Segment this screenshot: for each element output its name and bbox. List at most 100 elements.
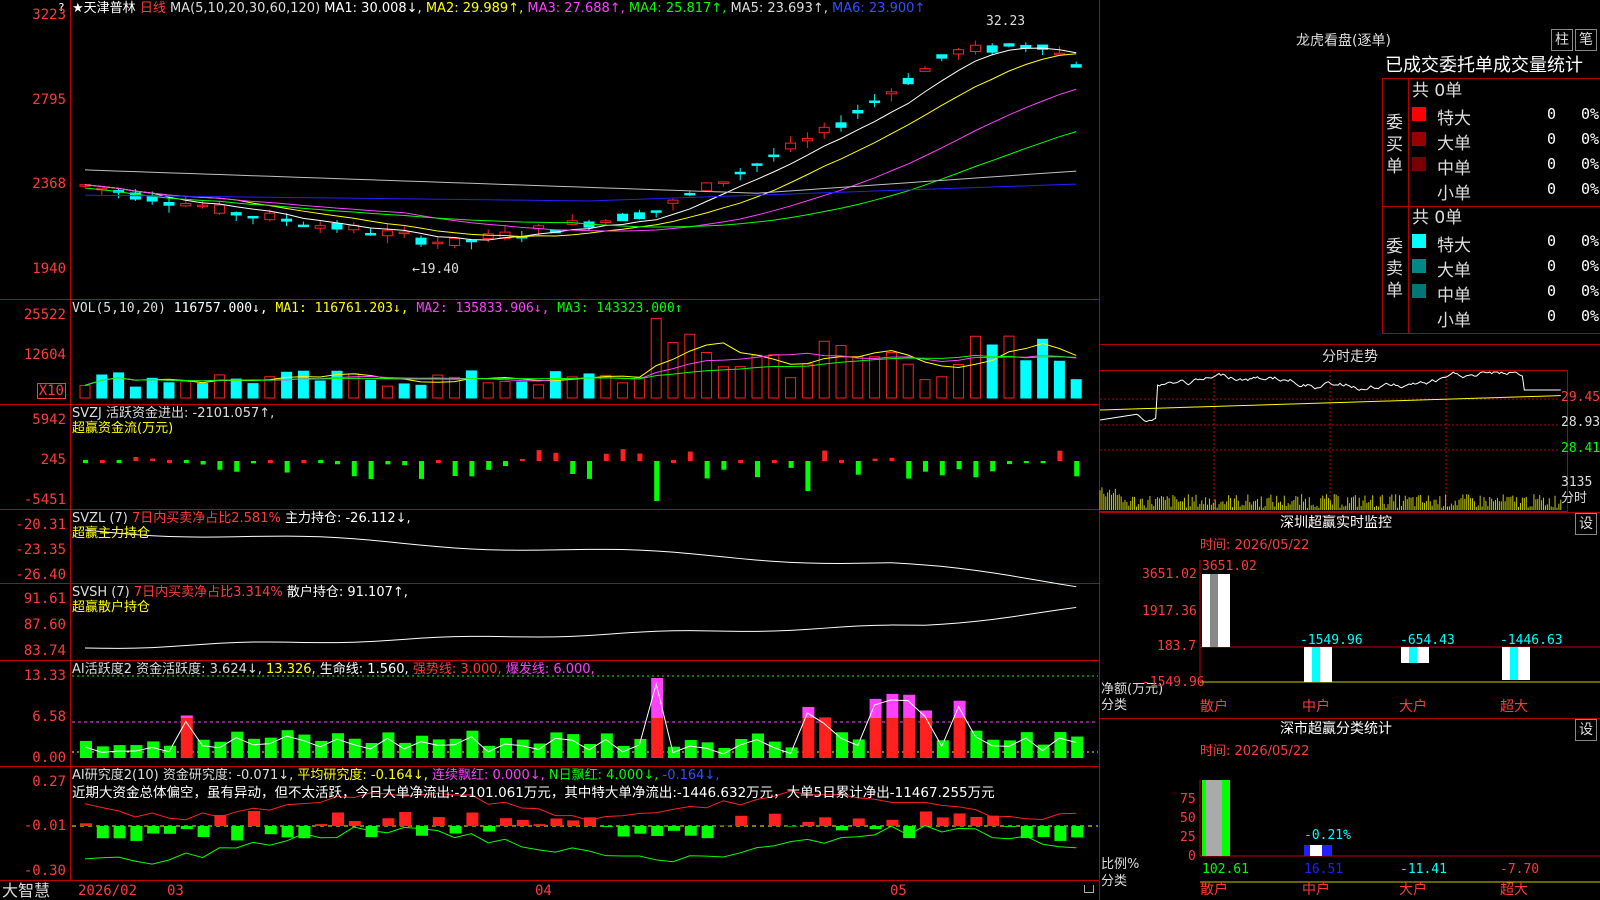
sell-orders-label: 委卖单 (1386, 237, 1403, 301)
fs-tick: 28.93 (1561, 415, 1600, 430)
flow-bar (385, 461, 391, 465)
lhb-row: 小单 0 0% (1409, 306, 1599, 331)
period-label[interactable]: 日线 (140, 1, 166, 16)
flow-bar (637, 453, 643, 461)
flow-bar (990, 461, 996, 472)
ma3-value: MA3: 27.688↑, (527, 1, 625, 16)
volume-bar (617, 382, 629, 399)
color-swatch (1412, 284, 1426, 298)
kline-chart[interactable] (0, 0, 1100, 900)
research-bar (651, 826, 664, 836)
flow-bar (570, 461, 576, 474)
lhb-row: 中单 0 0% (1409, 154, 1599, 179)
research-bar (550, 818, 563, 826)
volume-bar (465, 370, 477, 399)
mon-value: -1446.63 (1500, 633, 1563, 648)
cls-value: 102.61 (1202, 862, 1249, 877)
lhb-tab[interactable]: 已成交委托单成交量统计 (1385, 56, 1583, 76)
ai-bar (281, 730, 294, 758)
candle-body (331, 222, 343, 230)
flow-bar (183, 460, 189, 463)
ai-bar (80, 740, 92, 758)
volume-bar (482, 382, 494, 399)
volume-bar (633, 376, 645, 399)
ai2-red: 连续飘红: 0.000↓, (432, 768, 545, 783)
mon-category: 超大 (1500, 699, 1528, 715)
date-label: 05 (890, 883, 907, 899)
ai1-v2: 13.326, (266, 662, 316, 677)
research-bar (466, 812, 479, 826)
research-bar (869, 826, 882, 830)
research-bar (382, 818, 395, 826)
flow-bar (234, 461, 240, 472)
research-bar (634, 826, 647, 834)
ai-bar (164, 745, 176, 758)
cls-tick: 50 (1180, 811, 1196, 826)
color-swatch (1412, 107, 1426, 121)
research-bar (600, 826, 613, 827)
flow-bar (687, 451, 693, 461)
svzj-tick: 5942 (32, 412, 66, 428)
price-tick: 3223 (32, 7, 66, 23)
ai2-header: AI研究度2(10) 资金研究度: -0.071↓, 平均研究度: -0.164… (72, 768, 719, 783)
mon-category: 散户 (1200, 699, 1228, 715)
flow-bar (301, 460, 307, 463)
flow-bar (83, 460, 88, 463)
research-bar (701, 826, 714, 839)
order-size-label: 大单 (1437, 134, 1471, 154)
flow-bar (217, 461, 223, 470)
app-logo[interactable]: 大智慧 (2, 882, 50, 900)
cls-x-title: 分类 (1101, 874, 1128, 889)
candle-body (919, 68, 931, 72)
star-icon[interactable]: ★ (72, 1, 84, 16)
vol-ma1: MA1: 116761.203↓, (275, 301, 409, 316)
research-bar (1004, 826, 1016, 827)
fs-title: 分时走势 (1322, 349, 1378, 365)
flow-bar (1007, 461, 1012, 465)
research-bar (886, 819, 899, 826)
ai-bar (886, 718, 899, 758)
mon-time: 时间: 2026/05/22 (1200, 538, 1310, 553)
research-bar (819, 817, 832, 826)
candle-body (365, 232, 377, 236)
volume-bar (365, 379, 377, 399)
lock-icon[interactable] (1084, 885, 1094, 893)
mon-settings-button[interactable]: 设 (1575, 513, 1597, 535)
flow-bar (755, 461, 760, 478)
research-bar (1054, 826, 1067, 841)
candle-body (617, 213, 629, 222)
research-bar (248, 811, 260, 826)
cls-settings-button[interactable]: 设 (1575, 719, 1597, 741)
lhb-title: 龙虎看盘(逐单) (1296, 33, 1391, 49)
volume-bar (163, 382, 175, 399)
svsh-header: SVSH (7) 7日内买卖净占比3.314% 散户持仓: 91.107↑, (72, 585, 408, 600)
research-bar (416, 826, 428, 836)
ai1-strong: 强势线: 3.000, (412, 662, 502, 677)
volume-bar (113, 372, 125, 399)
flow-bar (906, 461, 912, 479)
volume-bar (650, 317, 662, 399)
volume-bar (79, 384, 91, 399)
mon-category: 中户 (1302, 699, 1330, 715)
volume-bar (1020, 360, 1032, 399)
tick-mode-button[interactable]: 笔 (1575, 29, 1597, 51)
volume-bar (314, 380, 326, 399)
svzl-tick: -20.31 (15, 517, 66, 533)
volume-bar (785, 377, 797, 399)
ai-bar (500, 738, 512, 758)
lhb-divider (1382, 206, 1600, 207)
volume-bar (717, 366, 729, 399)
ai-bar (315, 740, 328, 758)
ai-bar (416, 735, 428, 758)
candle-body (953, 49, 965, 55)
bar-mode-button[interactable]: 柱 (1551, 29, 1573, 51)
research-bar (332, 812, 344, 826)
lhb-row: 特大 0 0% (1409, 104, 1599, 129)
svsh-tick: 91.61 (23, 591, 66, 607)
cls-category: 大户 (1399, 882, 1427, 898)
research-bar (836, 826, 848, 831)
ai-bar (651, 718, 664, 758)
stock-name[interactable]: 天津普林 (84, 1, 136, 16)
price-tick: 1940 (32, 261, 66, 277)
order-pct: 0% (1581, 130, 1600, 148)
